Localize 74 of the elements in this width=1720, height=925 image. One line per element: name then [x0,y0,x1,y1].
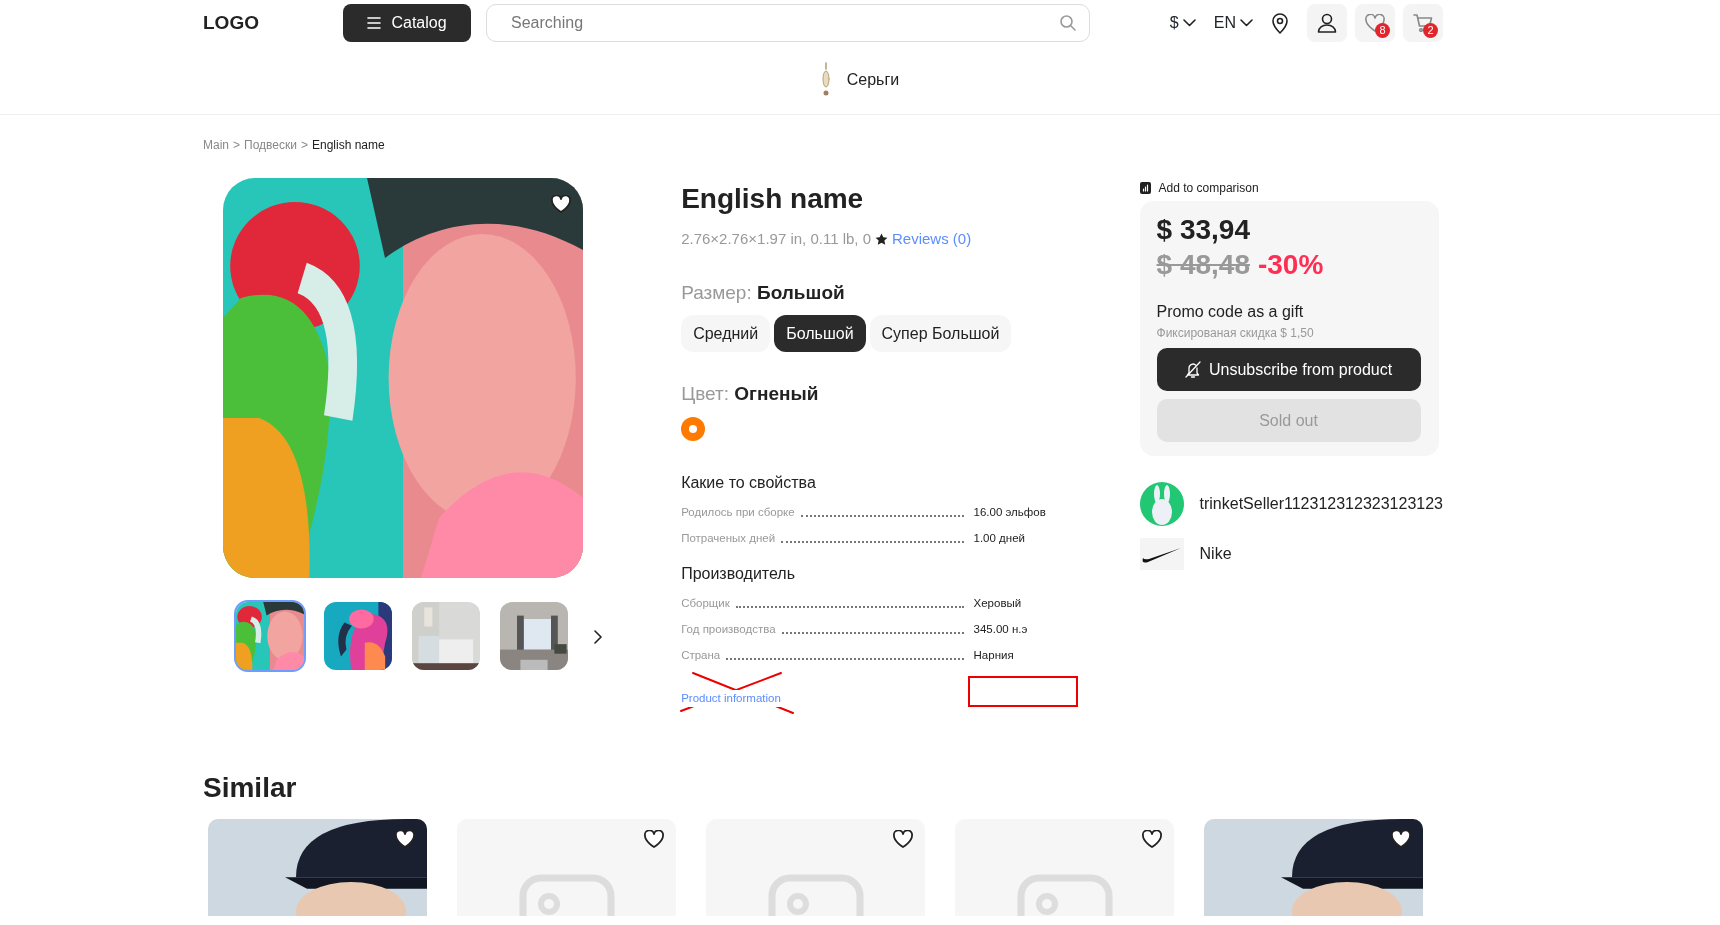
heart-icon [1142,829,1162,849]
cart-count: 2 [1423,23,1438,38]
logo[interactable]: LOGO [203,8,343,38]
heart-icon [893,829,913,849]
heart-icon [395,829,415,849]
bar-chart-icon [1139,182,1151,194]
heart-icon [1391,829,1411,849]
account-button[interactable] [1307,4,1347,42]
promo-title: Promo code as a gift [1156,302,1305,323]
currency-dropdown[interactable]: $ [1169,11,1196,35]
location-pin-icon[interactable] [1271,12,1289,34]
image-placeholder-icon [766,873,866,916]
old-price: $ 48,48 [1156,248,1250,283]
cart-button[interactable]: 2 [1403,4,1443,42]
group-title: Производитель [681,563,797,584]
chevron-down-icon [1182,19,1196,27]
bell-off-icon [1184,361,1201,379]
unsubscribe-button[interactable]: Unsubscribe from product [1156,348,1421,392]
property-value: 1.00 дней [972,530,1026,546]
search-icon [1060,15,1076,31]
chevron-down-icon [1240,19,1253,27]
property-name: Страна [681,647,721,663]
price: $ 33,94 [1156,215,1251,245]
heart-icon [551,195,571,215]
option-label: Размер: Большой [681,280,846,305]
catalog-button[interactable]: Catalog [343,4,471,42]
promo-note: Фиксированая скидка $ 1,50 [1156,325,1315,343]
section-title: Similar [203,770,298,805]
compare-link[interactable]: Add to comparison [1139,178,1443,198]
discount: -30% [1257,248,1324,283]
seller-link[interactable]: trinketSeller112312312323123123 [1139,482,1443,527]
product-specs: 2.76×2.76×1.97 in, 0.11 lb, 0 [681,229,871,249]
size-option[interactable]: Супер Большой [869,315,1012,352]
swoosh-icon [1139,538,1184,571]
breadcrumb-separator: > [233,137,241,154]
category-link[interactable]: Серьги [820,62,900,98]
heart-icon [1365,14,1385,32]
property-name: Потраченых дней [681,530,776,546]
heart-icon [644,829,664,849]
product-title: English name [681,182,865,216]
earring-icon [820,62,831,98]
chevron-right-icon [594,629,602,644]
breadcrumb-separator: > [300,137,308,154]
size-option[interactable]: Большой [774,315,866,352]
menu-icon [367,17,382,29]
brand-link[interactable]: Nike [1139,538,1443,571]
breadcrumb-current: English name [311,137,385,154]
group-title: Какие то свойства [681,472,817,493]
thumbnail[interactable] [234,600,306,672]
option-label: Цвет: Огненый [681,382,820,406]
bunny-avatar-icon [1139,482,1184,527]
property-value: Нарния [972,647,1015,663]
property-value: 345.00 н.э [972,621,1029,637]
property-name: Родилось при сборке [681,504,795,520]
breadcrumb-link[interactable]: Main [203,136,229,154]
favorite-button[interactable] [551,192,571,216]
size-option[interactable]: Средний [681,315,771,352]
property-value: 16.00 эльфов [972,504,1047,520]
color-swatch[interactable] [681,416,706,441]
thumbnail[interactable] [410,600,482,672]
thumbnail[interactable] [498,600,570,672]
thumbnail[interactable] [322,600,394,672]
star-icon [875,233,888,246]
search-field[interactable]: Searching [486,4,1090,42]
property-name: Сборщик [681,595,730,611]
user-icon [1317,13,1337,33]
image-placeholder-icon [517,873,617,916]
image-placeholder-icon [1015,873,1115,916]
property-value: Херовый [972,595,1023,611]
favorites-button[interactable]: 8 [1355,4,1395,42]
language-dropdown[interactable]: EN [1213,11,1253,35]
property-name: Год производства [681,621,776,637]
breadcrumb-link[interactable]: Подвески [244,136,297,154]
favorites-count: 8 [1375,23,1390,38]
